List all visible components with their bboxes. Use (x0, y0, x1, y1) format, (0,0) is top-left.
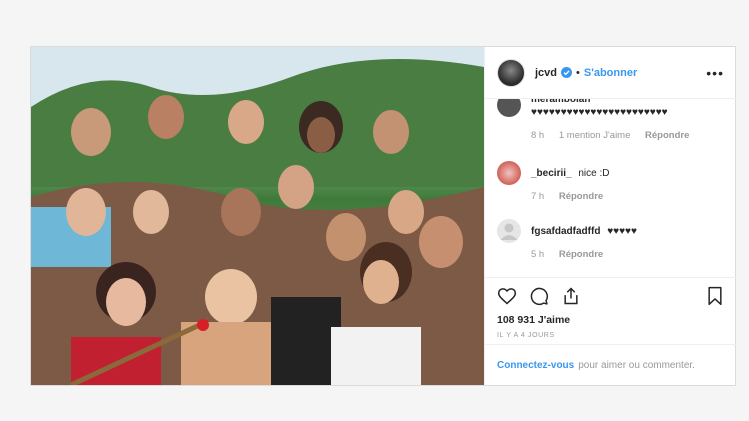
commenter-avatar[interactable] (497, 161, 521, 185)
likes-count[interactable]: 108 931 J'aime (497, 314, 724, 326)
action-bar (497, 278, 724, 314)
comment-meta: 5 h Répondre (531, 248, 637, 261)
login-prompt-text: pour aimer ou commenter. (578, 359, 695, 371)
verified-badge-icon (561, 67, 573, 78)
more-options-icon[interactable]: ••• (706, 65, 724, 81)
post-header: jcvd • S'abonner ••• (485, 47, 736, 99)
group-selfie-image (31, 47, 484, 385)
comment-text: ♥♥♥♥♥♥♥♥♥♥♥♥♥♥♥♥♥♥♥♥♥♥♥ (531, 107, 668, 118)
comment-item: fgsafdadfadffd ♥♥♥♥♥ 5 h Répondre (497, 219, 724, 261)
post-actions-section: 108 931 J'aime IL Y A 4 JOURS (485, 277, 736, 339)
comment-text-line: _becirii_ nice :D (531, 167, 615, 180)
comment-item: meramboian ♥♥♥♥♥♥♥♥♥♥♥♥♥♥♥♥♥♥♥♥♥♥♥ 8 h 1… (497, 99, 724, 142)
post-photo[interactable] (31, 47, 484, 385)
comment-text-line: meramboian ♥♥♥♥♥♥♥♥♥♥♥♥♥♥♥♥♥♥♥♥♥♥♥ (531, 99, 724, 119)
follow-button[interactable]: S'abonner (584, 67, 637, 79)
share-icon[interactable] (561, 286, 581, 306)
comment-meta: 8 h 1 mention J'aime Répondre (531, 129, 724, 142)
comment-time[interactable]: 5 h (531, 249, 544, 260)
reply-button[interactable]: Répondre (645, 130, 689, 141)
login-prompt: Connectez-vous pour aimer ou commenter. (485, 344, 736, 385)
comment-time[interactable]: 7 h (531, 191, 544, 202)
comment-text-line: fgsafdadfadffd ♥♥♥♥♥ (531, 225, 637, 238)
comment-username[interactable]: _becirii_ (531, 168, 572, 179)
comments-list[interactable]: meramboian ♥♥♥♥♥♥♥♥♥♥♥♥♥♥♥♥♥♥♥♥♥♥♥ 8 h 1… (485, 99, 736, 277)
post-sidebar: jcvd • S'abonner ••• meramboian ♥♥♥♥♥♥♥♥… (484, 47, 736, 385)
author-avatar[interactable] (497, 58, 525, 87)
commenter-avatar[interactable] (497, 99, 521, 117)
comment-text: ♥♥♥♥♥ (607, 226, 637, 237)
comment-likes[interactable]: 1 mention J'aime (559, 130, 631, 141)
comment-icon[interactable] (529, 286, 549, 306)
commenter-avatar[interactable] (497, 219, 521, 243)
comment-text: nice :D (578, 168, 610, 179)
comment-item: _becirii_ nice :D 7 h Répondre (497, 161, 724, 203)
comment-username[interactable]: meramboian (531, 99, 590, 105)
comment-meta: 7 h Répondre (531, 190, 615, 203)
comment-time[interactable]: 8 h (531, 130, 544, 141)
login-link[interactable]: Connectez-vous (497, 360, 574, 371)
instagram-post: jcvd • S'abonner ••• meramboian ♥♥♥♥♥♥♥♥… (30, 46, 736, 386)
post-timestamp[interactable]: IL Y A 4 JOURS (497, 332, 724, 339)
bookmark-icon[interactable] (706, 286, 724, 306)
reply-button[interactable]: Répondre (559, 191, 603, 202)
author-username[interactable]: jcvd (535, 67, 557, 79)
heart-icon[interactable] (497, 286, 517, 306)
comment-username[interactable]: fgsafdadfadffd (531, 226, 600, 237)
reply-button[interactable]: Répondre (559, 249, 603, 260)
separator-dot: • (576, 66, 580, 79)
default-avatar-icon (500, 223, 518, 240)
